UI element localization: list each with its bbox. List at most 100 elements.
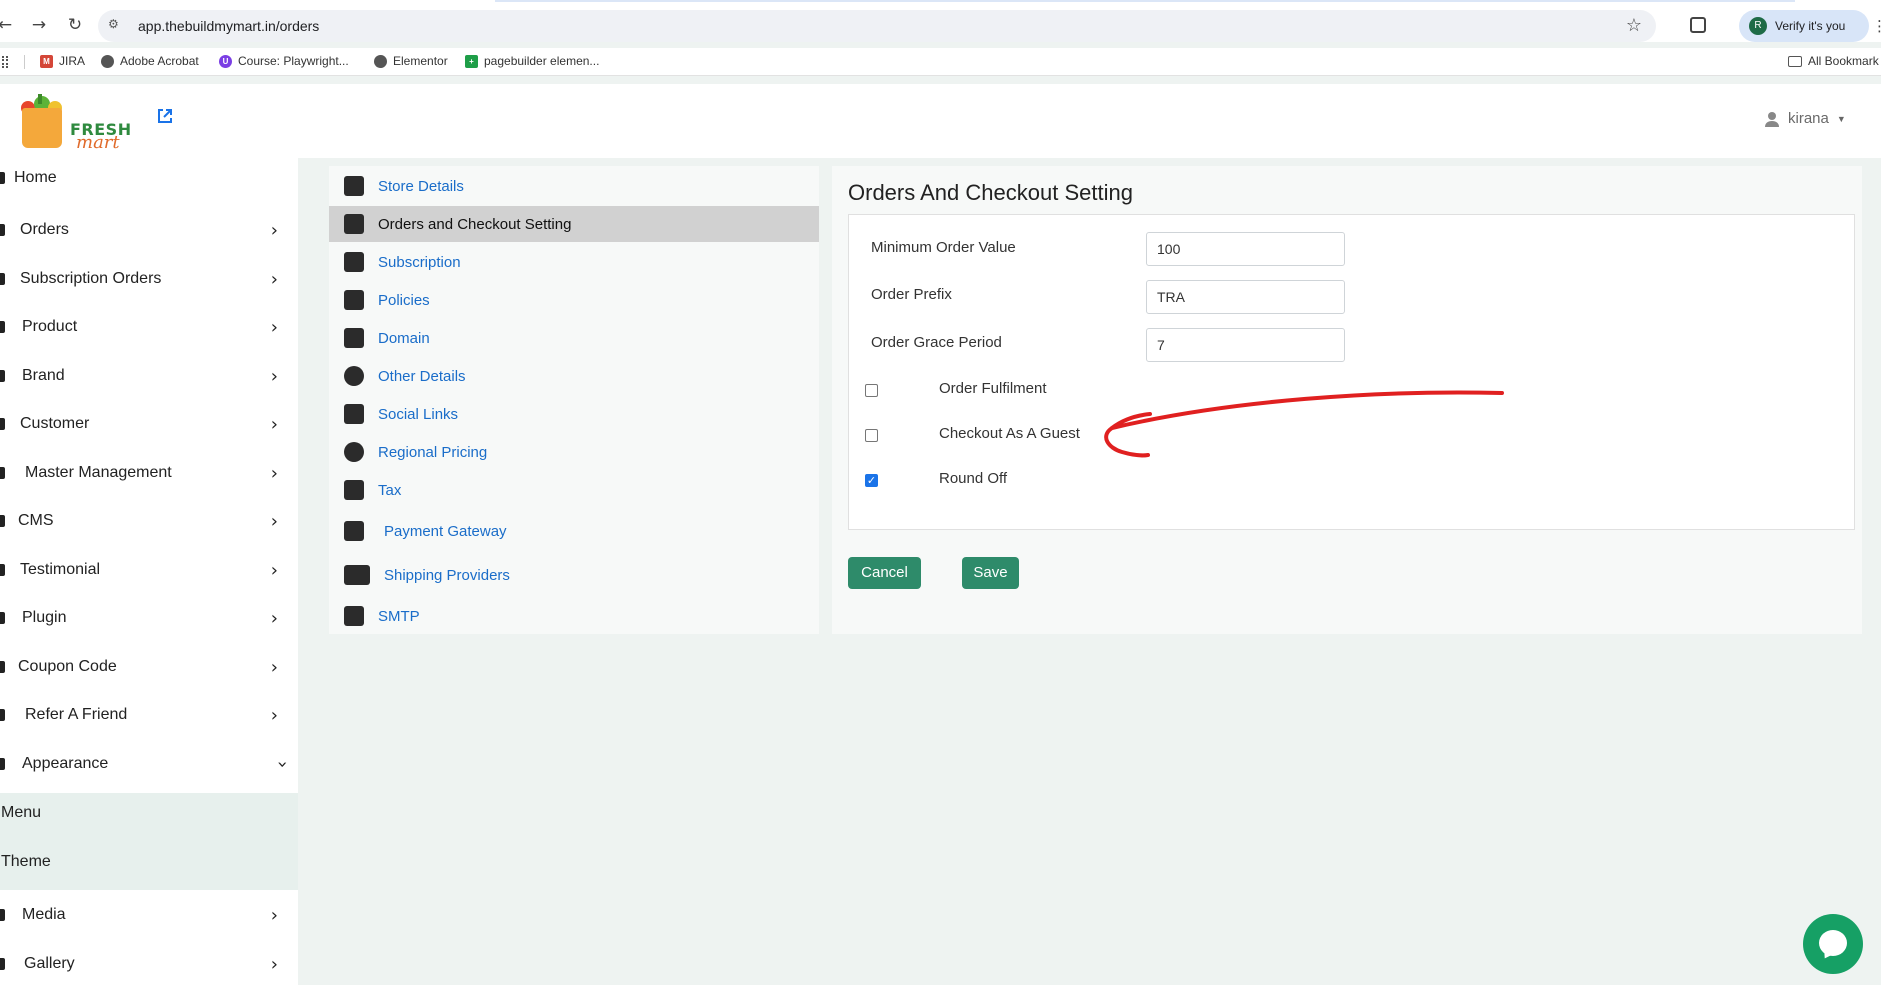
sidebar-item-gallery[interactable]: Gallery › (0, 944, 298, 984)
sidebar-item-coupon-code[interactable]: Coupon Code › (0, 647, 298, 687)
customer-icon (0, 418, 5, 430)
external-link-icon[interactable] (157, 108, 173, 124)
store-icon (344, 176, 364, 196)
save-button[interactable]: Save (962, 557, 1019, 589)
chat-button[interactable] (1803, 914, 1863, 974)
bookmark-label: Course: Playwright... (238, 54, 349, 68)
mail-icon (344, 606, 364, 626)
sidebar-item-plugin[interactable]: Plugin › (0, 598, 298, 638)
round-off-checkbox[interactable]: ✓ (865, 474, 878, 487)
site-settings-icon[interactable]: ⚙ (108, 17, 119, 31)
bookmark-label: JIRA (59, 54, 86, 68)
settings-nav-policies[interactable]: Policies (329, 282, 819, 318)
chevron-right-icon: › (270, 607, 278, 629)
settings-nav-store-details[interactable]: Store Details (329, 168, 819, 204)
forward-icon[interactable]: → (26, 12, 52, 38)
plugin-icon (0, 612, 5, 624)
sidebar-item-label: Menu (1, 804, 42, 821)
bookmark-course[interactable]: U Course: Playwright... (219, 54, 349, 68)
sidebar-item-product[interactable]: Product › (0, 307, 298, 347)
url-text[interactable]: app.thebuildmymart.in/orders (138, 18, 319, 34)
verify-identity-button[interactable]: R Verify it's you (1739, 10, 1869, 42)
sidebar-item-home[interactable]: Home (0, 158, 298, 198)
settings-nav-tax[interactable]: Tax (329, 472, 819, 508)
sidebar-item-cms[interactable]: CMS › (0, 501, 298, 541)
globe-icon (374, 54, 387, 68)
profile-avatar: R (1749, 17, 1767, 35)
sidebar-item-appearance[interactable]: Appearance › (0, 744, 298, 784)
verify-label: Verify it's you (1775, 19, 1846, 33)
user-icon (1765, 111, 1779, 127)
fresh-mart-logo[interactable]: FRESH mart (18, 90, 131, 152)
settings-nav-label: Orders and Checkout Setting (378, 215, 572, 233)
settings-nav-regional-pricing[interactable]: Regional Pricing (329, 434, 819, 470)
settings-nav-shipping-providers[interactable]: Shipping Providers (329, 557, 819, 593)
bookmark-label: All Bookmark (1808, 54, 1879, 68)
settings-icon (0, 467, 5, 479)
sidebar-item-brand[interactable]: Brand › (0, 356, 298, 396)
all-bookmarks[interactable]: All Bookmark (1788, 54, 1879, 68)
sidebar-item-label: Testimonial (20, 561, 101, 578)
bookmark-elementor[interactable]: Elementor (374, 54, 448, 68)
sidebar-item-customer[interactable]: Customer › (0, 404, 298, 444)
bookmark-adobe-acrobat[interactable]: Adobe Acrobat (101, 54, 199, 68)
checkout-as-guest-checkbox[interactable] (865, 429, 878, 442)
settings-nav-other-details[interactable]: Other Details (329, 358, 819, 394)
sidebar-item-label: Theme (1, 853, 51, 870)
sidebar-item-master-management[interactable]: Master Management › (0, 453, 298, 493)
order-grace-period-label: Order Grace Period (871, 334, 1002, 351)
extension-icon[interactable] (1690, 17, 1706, 33)
address-bar[interactable]: ⚙ app.thebuildmymart.in/orders ☆ (98, 10, 1656, 42)
hand-pointer-icon (344, 252, 364, 272)
bookmark-jira[interactable]: M JIRA (40, 54, 85, 68)
order-fulfilment-checkbox[interactable] (865, 384, 878, 397)
settings-nav-smtp[interactable]: SMTP (329, 598, 819, 634)
sheets-icon: + (465, 54, 478, 68)
settings-nav-domain[interactable]: Domain (329, 320, 819, 356)
chevron-right-icon: › (270, 365, 278, 387)
subscription-icon (0, 273, 5, 285)
user-menu[interactable]: kirana ▼ (1764, 110, 1846, 127)
cancel-button[interactable]: Cancel (848, 557, 921, 589)
browser-menu-icon[interactable]: ⋮ (1872, 17, 1881, 35)
sidebar-item-orders[interactable]: Orders › (0, 210, 298, 250)
back-icon[interactable]: ← (0, 12, 18, 38)
reload-icon[interactable]: ↻ (62, 12, 88, 38)
order-prefix-input[interactable]: TRA (1146, 280, 1345, 314)
sidebar-item-label: CMS (18, 512, 54, 529)
settings-nav-subscription[interactable]: Subscription (329, 244, 819, 280)
payment-icon (344, 521, 364, 541)
sidebar-item-theme[interactable]: Theme (0, 842, 298, 882)
settings-nav-label: Other Details (378, 367, 466, 385)
username: kirana (1788, 110, 1829, 127)
settings-nav-label: Policies (378, 291, 430, 309)
tax-icon (344, 480, 364, 500)
sidebar-item-refer-a-friend[interactable]: Refer A Friend › (0, 695, 298, 735)
settings-nav-orders-checkout[interactable]: Orders and Checkout Setting (329, 206, 819, 242)
settings-nav-payment-gateway[interactable]: Payment Gateway (329, 513, 819, 549)
settings-nav-social-links[interactable]: Social Links (329, 396, 819, 432)
orders-checkout-panel: Orders And Checkout Setting Minimum Orde… (832, 166, 1862, 634)
sidebar-item-menu[interactable]: Menu (0, 793, 298, 833)
sidebar-item-subscription-orders[interactable]: Subscription Orders › (0, 259, 298, 299)
settings-nav-label: SMTP (378, 607, 420, 625)
sidebar-item-testimonial[interactable]: Testimonial › (0, 550, 298, 590)
policy-icon (344, 290, 364, 310)
bookmark-pagebuilder[interactable]: + pagebuilder elemen... (465, 54, 599, 68)
apps-icon[interactable] (2, 56, 8, 68)
sidebar-item-label: Customer (20, 415, 90, 432)
minimum-order-value-input[interactable]: 100 (1146, 232, 1345, 266)
cms-icon (0, 515, 5, 527)
chevron-right-icon: › (270, 704, 278, 726)
sidebar-item-label: Product (22, 318, 78, 335)
browser-top-strip (0, 0, 1881, 8)
chevron-right-icon: › (270, 656, 278, 678)
bookmark-label: pagebuilder elemen... (484, 54, 600, 68)
star-icon[interactable]: ☆ (1626, 15, 1642, 36)
folder-icon (1788, 55, 1802, 67)
round-off-label: Round Off (939, 470, 1008, 487)
bookmark-label: Elementor (393, 54, 448, 68)
order-grace-period-input[interactable]: 7 (1146, 328, 1345, 362)
sidebar-item-media[interactable]: Media › (0, 895, 298, 935)
sidebar-item-label: Coupon Code (18, 658, 117, 675)
